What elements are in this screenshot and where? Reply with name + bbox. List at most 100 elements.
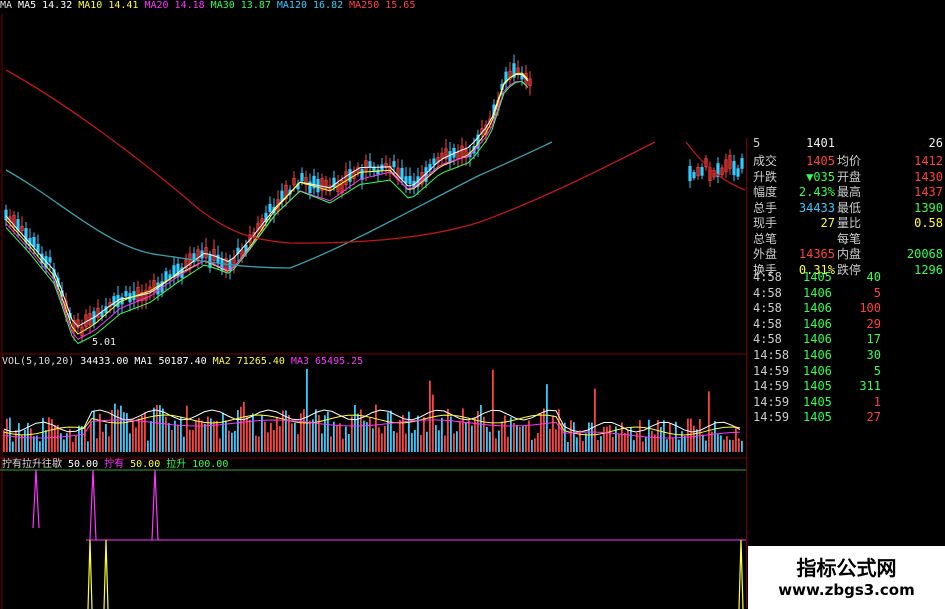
quote-value: 0.58 bbox=[914, 216, 943, 230]
tick-row[interactable]: 4:58 1406 29 bbox=[751, 317, 943, 332]
tick-time: 4:58 bbox=[753, 316, 782, 331]
volume-bar bbox=[48, 417, 50, 452]
tick-row[interactable]: 4:58 1406 5 bbox=[751, 286, 943, 301]
price-low-label: 5.01 bbox=[92, 337, 117, 348]
volume-bar bbox=[294, 422, 296, 452]
tick-price: 1406 bbox=[803, 285, 832, 300]
volume-bar bbox=[69, 429, 71, 452]
quote-value: 2.43% bbox=[798, 185, 835, 199]
tick-time: 4:58 bbox=[753, 332, 782, 347]
tick-price: 1406 bbox=[803, 363, 832, 378]
tick-price: 1406 bbox=[803, 332, 832, 347]
tick-row[interactable]: 4:58 1405 40 bbox=[751, 270, 943, 285]
quote-label: 幅度 bbox=[753, 185, 778, 199]
tick-price: 1405 bbox=[803, 270, 832, 284]
candle-body bbox=[300, 173, 304, 182]
tick-time: 14:58 bbox=[753, 348, 790, 362]
ma30-line bbox=[5, 80, 529, 345]
volume-bar bbox=[177, 424, 179, 452]
volume-bar bbox=[585, 433, 587, 452]
volume-bar bbox=[252, 413, 254, 452]
volume-bar bbox=[612, 436, 614, 452]
volume-bar bbox=[264, 421, 266, 452]
volume-bar bbox=[231, 432, 233, 452]
candle-body bbox=[692, 172, 696, 179]
volume-bar bbox=[3, 430, 5, 452]
tick-volume: 5 bbox=[873, 363, 881, 378]
quote-row: 成交 1405 均价 1412 bbox=[751, 154, 943, 169]
tick-row[interactable]: 14:58 1406 30 bbox=[751, 348, 943, 363]
volume-bar bbox=[150, 421, 152, 452]
tick-row[interactable]: 14:59 1406 5 bbox=[751, 364, 943, 379]
volume-bar bbox=[90, 421, 92, 452]
volume-bar bbox=[129, 433, 131, 452]
volume-bar bbox=[450, 416, 452, 452]
ma-legend-item: MA10 14.41 bbox=[78, 0, 139, 11]
volume-bar bbox=[60, 433, 62, 452]
volume-bar bbox=[714, 421, 716, 452]
watermark-url: www.zbgs3.com bbox=[778, 581, 915, 599]
volume-bar bbox=[159, 405, 161, 452]
quote-label: 成交 bbox=[753, 154, 778, 168]
volume-legend-item: MA2 71265.40 bbox=[212, 356, 285, 367]
volume-bar bbox=[75, 435, 77, 452]
volume-bar bbox=[717, 434, 719, 452]
volume-bar bbox=[183, 436, 185, 452]
quote-row: 外盘 14365 内盘 20068 bbox=[751, 247, 943, 262]
volume-bar bbox=[165, 416, 167, 452]
volume-bar bbox=[588, 422, 590, 452]
volume-bar bbox=[30, 428, 32, 452]
volume-bar bbox=[387, 412, 389, 452]
tick-volume: 40 bbox=[866, 270, 881, 284]
volume-bar bbox=[195, 420, 197, 452]
tick-row[interactable]: 14:59 1405 27 bbox=[751, 410, 943, 425]
volume-bar bbox=[432, 394, 434, 452]
volume-bar bbox=[723, 439, 725, 452]
volume-bar bbox=[102, 431, 104, 452]
volume-bar bbox=[726, 436, 728, 452]
tick-row[interactable]: 4:58 1406 100 bbox=[751, 301, 943, 316]
volume-bar bbox=[114, 403, 116, 452]
quote-row: 总手 34433 最低 1390 bbox=[751, 201, 943, 216]
volume-bar bbox=[465, 422, 467, 452]
quote-label: 量比 bbox=[837, 216, 862, 230]
volume-bar bbox=[399, 420, 401, 452]
chart-area[interactable] bbox=[0, 0, 746, 609]
volume-bar bbox=[156, 405, 158, 452]
tick-row[interactable]: 4:58 1406 17 bbox=[751, 332, 943, 347]
ma-legend-item: MA30 13.87 bbox=[210, 0, 271, 11]
volume-bar bbox=[306, 368, 308, 452]
candle-body bbox=[404, 176, 408, 184]
watermark-logo: 指标公式网 www.zbgs3.com bbox=[748, 546, 945, 609]
volume-bar bbox=[366, 422, 368, 452]
quote-label: 开盘 bbox=[837, 169, 862, 184]
tick-row[interactable]: 14:59 1405 1 bbox=[751, 395, 943, 410]
volume-bar bbox=[186, 405, 188, 452]
volume-bar bbox=[63, 439, 65, 452]
volume-bar bbox=[576, 437, 578, 452]
tick-volume: 5 bbox=[873, 285, 881, 300]
tick-volume: 1 bbox=[873, 394, 881, 409]
quote-label: 总笔 bbox=[753, 231, 778, 246]
candle-body bbox=[4, 209, 8, 221]
volume-bar bbox=[237, 410, 239, 452]
volume-bar bbox=[234, 430, 236, 452]
volume-bar bbox=[201, 420, 203, 452]
candle-body bbox=[740, 158, 744, 169]
quote-label: 最低 bbox=[837, 200, 862, 215]
ma-legend-bar: MA MA5 14.32 MA10 14.41 MA20 14.18 MA30 13.8… bbox=[0, 0, 750, 12]
volume-bar bbox=[651, 430, 653, 452]
volume-bar bbox=[513, 422, 515, 452]
indicator-yellow-spike bbox=[87, 539, 93, 609]
volume-bar bbox=[609, 425, 611, 452]
volume-bar bbox=[537, 432, 539, 452]
candle-body bbox=[432, 158, 436, 165]
volume-bar bbox=[456, 431, 458, 452]
volume-bar bbox=[111, 410, 113, 452]
volume-bar bbox=[510, 417, 512, 452]
indicator-legend-item: 拧有 bbox=[104, 459, 125, 470]
volume-bar bbox=[486, 426, 488, 452]
volume-bar bbox=[423, 417, 425, 452]
tick-row[interactable]: 14:59 1405 311 bbox=[751, 379, 943, 394]
quote-panel[interactable]: 5 1401 26 成交 1405 均价 1412 升跌 ▼035 开盘 1430 幅度 2.43… bbox=[746, 136, 945, 608]
